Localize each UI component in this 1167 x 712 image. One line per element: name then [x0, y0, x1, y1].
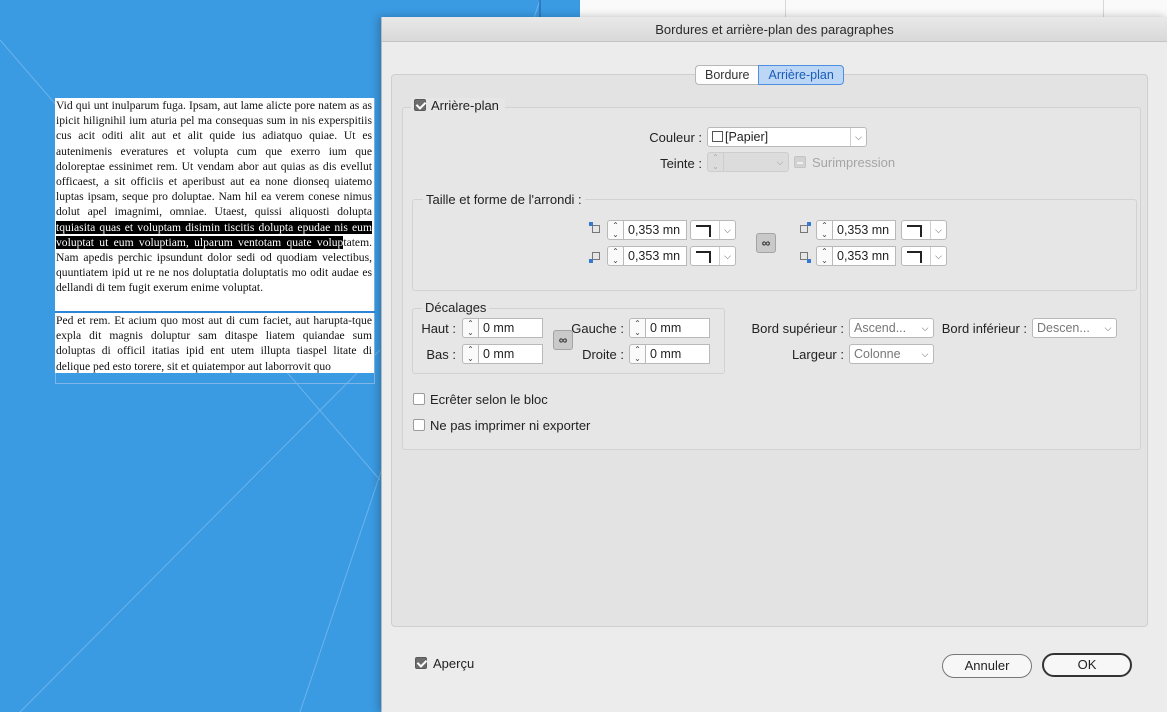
- chevron-down-icon: ⌵: [719, 221, 735, 239]
- width-value: Colonne: [854, 347, 901, 361]
- chevron-down-icon: ⌵: [1104, 323, 1112, 333]
- tab-background[interactable]: Arrière-plan: [758, 65, 844, 85]
- top-left-stepper-icon[interactable]: ⌃ ⌄: [607, 220, 624, 240]
- bottom-edge-select[interactable]: Descen... ⌵: [1032, 318, 1117, 338]
- offset-top-stepper-icon[interactable]: ⌃ ⌄: [462, 318, 479, 338]
- selected-text[interactable]: tquiasita quas et voluptam disimin tisci…: [56, 220, 372, 249]
- tint-stepper-icon[interactable]: ⌃ ⌄: [707, 152, 724, 172]
- bottom-left-corner-icon: [589, 252, 600, 263]
- offsets-legend: Décalages: [422, 300, 490, 315]
- top-right-stepper-icon[interactable]: ⌃ ⌄: [816, 220, 833, 240]
- offset-bottom-field[interactable]: 0 mm: [479, 344, 543, 364]
- color-label: Couleur :: [649, 130, 702, 145]
- top-right-shape-select[interactable]: ⌵: [901, 220, 947, 240]
- background-legend: Arrière-plan: [411, 98, 505, 113]
- corner-shape-icon: [907, 225, 922, 237]
- tint-select[interactable]: ⌵: [724, 152, 789, 172]
- no-print-checkbox[interactable]: [413, 419, 425, 431]
- bottom-left-shape-select[interactable]: ⌵: [690, 246, 736, 266]
- offset-top-field[interactable]: 0 mm: [479, 318, 543, 338]
- paragraph-2[interactable]: Ped et rem. Et acium quo most aut di cum…: [55, 313, 374, 373]
- clip-label: Ecrêter selon le bloc: [430, 392, 548, 407]
- preview-label: Aperçu: [433, 656, 475, 671]
- bottom-edge-value: Descen...: [1037, 321, 1090, 335]
- clip-checkbox[interactable]: [413, 393, 425, 405]
- top-left-radius-field[interactable]: 0,353 mn: [624, 220, 687, 240]
- tab-border[interactable]: Bordure: [695, 65, 759, 85]
- offset-right-stepper-icon[interactable]: ⌃ ⌄: [629, 344, 646, 364]
- chevron-down-icon: ⌵: [776, 157, 784, 167]
- bottom-left-stepper-icon[interactable]: ⌃ ⌄: [607, 246, 624, 266]
- top-right-radius-field[interactable]: 0,353 mn: [833, 220, 896, 240]
- bottom-left-radius-field[interactable]: 0,353 mn: [624, 246, 687, 266]
- corner-shape-icon: [696, 251, 711, 263]
- tint-label: Teinte :: [660, 156, 702, 171]
- offset-left-stepper-icon[interactable]: ⌃ ⌄: [629, 318, 646, 338]
- paper-swatch-icon: [712, 131, 723, 142]
- link-corners-icon[interactable]: ∞: [756, 233, 776, 253]
- top-edge-label: Bord supérieur :: [751, 321, 845, 336]
- chevron-down-icon: ⌵: [930, 247, 946, 265]
- bottom-right-shape-select[interactable]: ⌵: [901, 246, 947, 266]
- offset-right-label: Droite :: [582, 347, 624, 362]
- offset-bottom-stepper-icon[interactable]: ⌃ ⌄: [462, 344, 479, 364]
- offset-left-label: Gauche :: [571, 321, 624, 336]
- paragraph-1[interactable]: Vid qui unt inulparum fuga. Ipsam, aut l…: [55, 98, 374, 311]
- cancel-button[interactable]: Annuler: [942, 654, 1032, 678]
- bottom-right-corner-icon: [800, 252, 811, 263]
- background-checkbox[interactable]: [414, 99, 426, 111]
- bottom-right-radius-field[interactable]: 0,353 mn: [833, 246, 896, 266]
- offset-bottom-label: Bas :: [426, 347, 456, 362]
- chevron-down-icon: ⌵: [921, 349, 929, 359]
- top-edge-value: Ascend...: [854, 321, 907, 335]
- width-label: Largeur :: [791, 347, 844, 362]
- tab-bar: Bordure Arrière-plan: [695, 65, 844, 85]
- overprint-label: Surimpression: [812, 155, 896, 170]
- background-checkbox-label: Arrière-plan: [431, 98, 499, 113]
- top-right-corner-icon: [800, 222, 811, 233]
- bottom-right-stepper-icon[interactable]: ⌃ ⌄: [816, 246, 833, 266]
- offset-top-label: Haut :: [421, 321, 456, 336]
- dialog-title: Bordures et arrière-plan des paragraphes: [382, 17, 1167, 42]
- top-left-corner-icon: [589, 222, 600, 233]
- width-select[interactable]: Colonne ⌵: [849, 344, 934, 364]
- paragraph-2-text: Ped et rem. Et acium quo most aut di cum…: [56, 314, 372, 373]
- top-left-shape-select[interactable]: ⌵: [690, 220, 736, 240]
- overprint-checkbox[interactable]: [794, 156, 806, 168]
- paragraph-borders-dialog: Bordures et arrière-plan des paragraphes…: [381, 17, 1167, 712]
- chevron-down-icon: ⌵: [719, 247, 735, 265]
- ok-button[interactable]: OK: [1042, 653, 1132, 677]
- chevron-down-icon: ⌵: [850, 128, 866, 146]
- color-select[interactable]: [Papier] ⌵: [707, 127, 867, 147]
- offset-right-field[interactable]: 0 mm: [646, 344, 710, 364]
- offset-left-field[interactable]: 0 mm: [646, 318, 710, 338]
- corner-shape-icon: [696, 225, 711, 237]
- top-edge-select[interactable]: Ascend... ⌵: [849, 318, 934, 338]
- bottom-edge-label: Bord inférieur :: [941, 321, 1027, 336]
- color-value: [Papier]: [725, 130, 769, 144]
- paragraph-1-text: Vid qui unt inulparum fuga. Ipsam, aut l…: [56, 99, 372, 219]
- preview-checkbox[interactable]: [415, 657, 427, 669]
- rounding-legend: Taille et forme de l'arrondi :: [423, 192, 585, 207]
- chevron-down-icon: ⌵: [930, 221, 946, 239]
- corner-shape-icon: [907, 251, 922, 263]
- no-print-label: Ne pas imprimer ni exporter: [430, 418, 591, 433]
